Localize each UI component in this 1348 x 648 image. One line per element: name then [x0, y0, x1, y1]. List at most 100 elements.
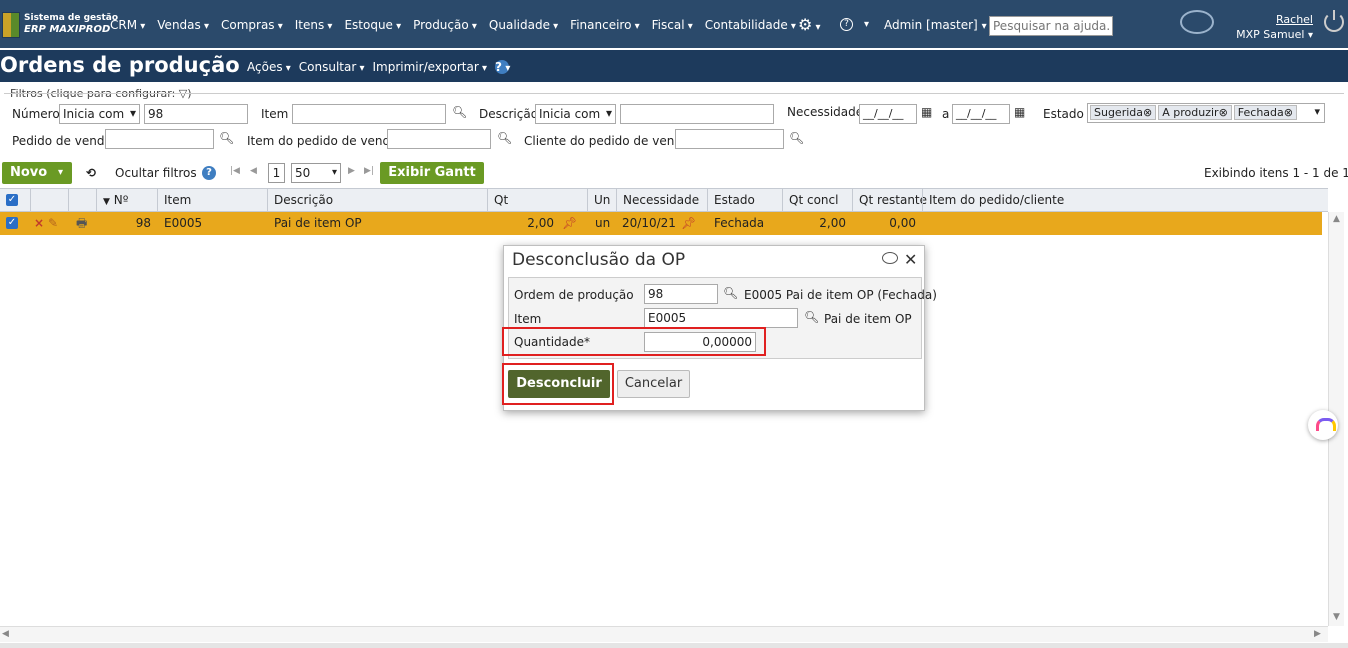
- menu-acoes[interactable]: Ações: [247, 60, 291, 74]
- item-pedido-input[interactable]: [387, 129, 491, 149]
- admin-menu[interactable]: Admin [master] ▾: [884, 18, 987, 32]
- last-page-icon[interactable]: ▶|: [364, 166, 374, 176]
- numero-input[interactable]: 98: [144, 104, 248, 124]
- cell-qt-restante: 0,00: [889, 216, 916, 230]
- descricao-operator-select[interactable]: Inicia com: [535, 104, 616, 124]
- per-page-select[interactable]: 50 ▾: [291, 163, 341, 183]
- item-search-icon[interactable]: 🔍︎: [452, 105, 467, 119]
- horizontal-scrollbar[interactable]: ◀ ▶: [0, 626, 1328, 642]
- scroll-left-icon[interactable]: ◀: [2, 629, 9, 639]
- necessidade-from-input[interactable]: __/__/__: [859, 104, 917, 124]
- chevron-down-icon[interactable]: ▾: [58, 162, 63, 184]
- menu-compras[interactable]: Compras: [221, 18, 283, 32]
- menu-consultar[interactable]: Consultar: [299, 60, 365, 74]
- novo-button[interactable]: Novo ▾: [2, 162, 72, 184]
- estado-tag[interactable]: Sugerida⊗: [1090, 105, 1157, 120]
- exibir-gantt-button[interactable]: Exibir Gantt: [380, 162, 484, 184]
- edit-icon[interactable]: ✎: [48, 212, 58, 235]
- prev-page-icon[interactable]: ◀: [250, 166, 257, 176]
- item-input[interactable]: E0005: [644, 308, 798, 328]
- menu-itens[interactable]: Itens: [295, 18, 333, 32]
- next-page-icon[interactable]: ▶: [348, 166, 355, 176]
- necessidade-to-input[interactable]: __/__/__: [952, 104, 1010, 124]
- brand[interactable]: Sistema de gestão ERP MAXIPROD: [24, 12, 118, 36]
- remove-tag-icon[interactable]: ⊗: [1284, 106, 1293, 119]
- estado-tag[interactable]: A produzir⊗: [1158, 105, 1232, 120]
- menu-estoque[interactable]: Estoque: [344, 18, 401, 32]
- print-icon[interactable]: 🖶: [76, 212, 87, 235]
- cell-estado: Fechada: [714, 216, 765, 230]
- power-icon[interactable]: [1324, 10, 1344, 32]
- descricao-input[interactable]: [620, 104, 774, 124]
- item-label: Item: [261, 107, 289, 121]
- company-name[interactable]: MXP Samuel: [1236, 28, 1304, 41]
- numero-operator-select[interactable]: Inicia com: [59, 104, 140, 124]
- help-chevron-down-icon[interactable]: ▾: [864, 19, 869, 30]
- menu-crm[interactable]: CRM: [110, 18, 145, 32]
- menu-financeiro[interactable]: Financeiro: [570, 18, 639, 32]
- clickup-icon[interactable]: [1308, 410, 1338, 440]
- row-checkbox[interactable]: ✓: [6, 217, 18, 229]
- cell-descricao: Pai de item OP: [274, 216, 362, 230]
- pin-icon[interactable]: 📌︎: [681, 212, 696, 235]
- remove-tag-icon[interactable]: ⊗: [1219, 106, 1228, 119]
- cell-numero: 98: [135, 216, 151, 230]
- chat-icon[interactable]: [1180, 10, 1214, 34]
- item-search-icon[interactable]: 🔍︎: [804, 310, 819, 324]
- ocultar-filtros-button[interactable]: Ocultar filtros: [115, 166, 197, 180]
- scroll-down-icon[interactable]: ▼: [1333, 612, 1340, 622]
- cancelar-button[interactable]: Cancelar: [617, 370, 690, 398]
- header-descricao[interactable]: Descrição: [267, 189, 487, 211]
- help-search-input[interactable]: [989, 16, 1113, 36]
- scroll-up-icon[interactable]: ▲: [1333, 214, 1340, 224]
- menu-contabilidade[interactable]: Contabilidade: [705, 18, 796, 32]
- scroll-right-icon[interactable]: ▶: [1314, 629, 1321, 639]
- pin-icon[interactable]: 📌︎: [562, 212, 577, 235]
- header-qt-restante[interactable]: Qt restante: [852, 189, 927, 211]
- calendar-icon[interactable]: ▦: [921, 105, 932, 119]
- close-icon[interactable]: ✕: [904, 250, 917, 269]
- first-page-icon[interactable]: |◀: [230, 166, 240, 176]
- header-qt[interactable]: Qt: [487, 189, 587, 211]
- cliente-input[interactable]: [675, 129, 784, 149]
- select-all-checkbox[interactable]: ✓: [6, 194, 18, 206]
- table-row[interactable]: ✓ × ✎ 🖶 98 E0005 Pai de item OP 2,00 📌︎ …: [0, 212, 1322, 235]
- pedido-search-icon[interactable]: 🔍︎: [219, 131, 234, 145]
- maxiprod-logo-icon[interactable]: [2, 12, 20, 38]
- per-page-value: 50: [295, 166, 311, 180]
- cliente-search-icon[interactable]: 🔍︎: [789, 131, 804, 145]
- menu-qualidade[interactable]: Qualidade: [489, 18, 558, 32]
- sort-desc-icon[interactable]: ▼: [103, 197, 110, 207]
- refresh-icon[interactable]: ⟲: [86, 166, 96, 180]
- menu-fiscal[interactable]: Fiscal: [652, 18, 693, 32]
- remove-tag-icon[interactable]: ⊗: [1143, 106, 1152, 119]
- header-item-pedido[interactable]: Item do pedido/cliente: [922, 189, 1328, 211]
- item-pedido-search-icon[interactable]: 🔍︎: [497, 131, 512, 145]
- user-menu[interactable]: Rachel MXP Samuel ▾: [1228, 12, 1313, 43]
- estado-multiselect[interactable]: Sugerida⊗ A produzir⊗ Fechada⊗ ▾: [1087, 103, 1325, 123]
- menu-producao[interactable]: Produção: [413, 18, 477, 32]
- header-necessidade[interactable]: Necessidade: [616, 189, 707, 211]
- item-filter-input[interactable]: [292, 104, 446, 124]
- op-input[interactable]: 98: [644, 284, 718, 304]
- estado-tag[interactable]: Fechada⊗: [1233, 105, 1297, 120]
- header-qt-concl[interactable]: Qt concl: [782, 189, 852, 211]
- header-un[interactable]: Un: [587, 189, 616, 211]
- help-icon[interactable]: ?: [840, 18, 853, 31]
- op-search-icon[interactable]: 🔍︎: [723, 286, 738, 300]
- header-numero[interactable]: ▼ Nº: [96, 189, 157, 211]
- page-help-icon[interactable]: ?: [494, 60, 509, 74]
- header-estado[interactable]: Estado: [707, 189, 782, 211]
- delete-icon[interactable]: ×: [34, 212, 44, 235]
- page-number-input[interactable]: 1: [268, 163, 285, 183]
- grid-help-icon[interactable]: ?: [202, 166, 216, 180]
- calendar-icon[interactable]: ▦: [1014, 105, 1025, 119]
- menu-vendas[interactable]: Vendas: [157, 18, 209, 32]
- pedido-input[interactable]: [105, 129, 214, 149]
- gear-icon[interactable]: ⚙ ▾: [798, 15, 821, 34]
- chat-icon[interactable]: [882, 252, 898, 264]
- menu-imprimir[interactable]: Imprimir/exportar: [373, 60, 487, 74]
- user-name[interactable]: Rachel: [1228, 12, 1313, 27]
- header-item[interactable]: Item: [157, 189, 267, 211]
- chevron-down-icon[interactable]: ▾: [1314, 105, 1320, 118]
